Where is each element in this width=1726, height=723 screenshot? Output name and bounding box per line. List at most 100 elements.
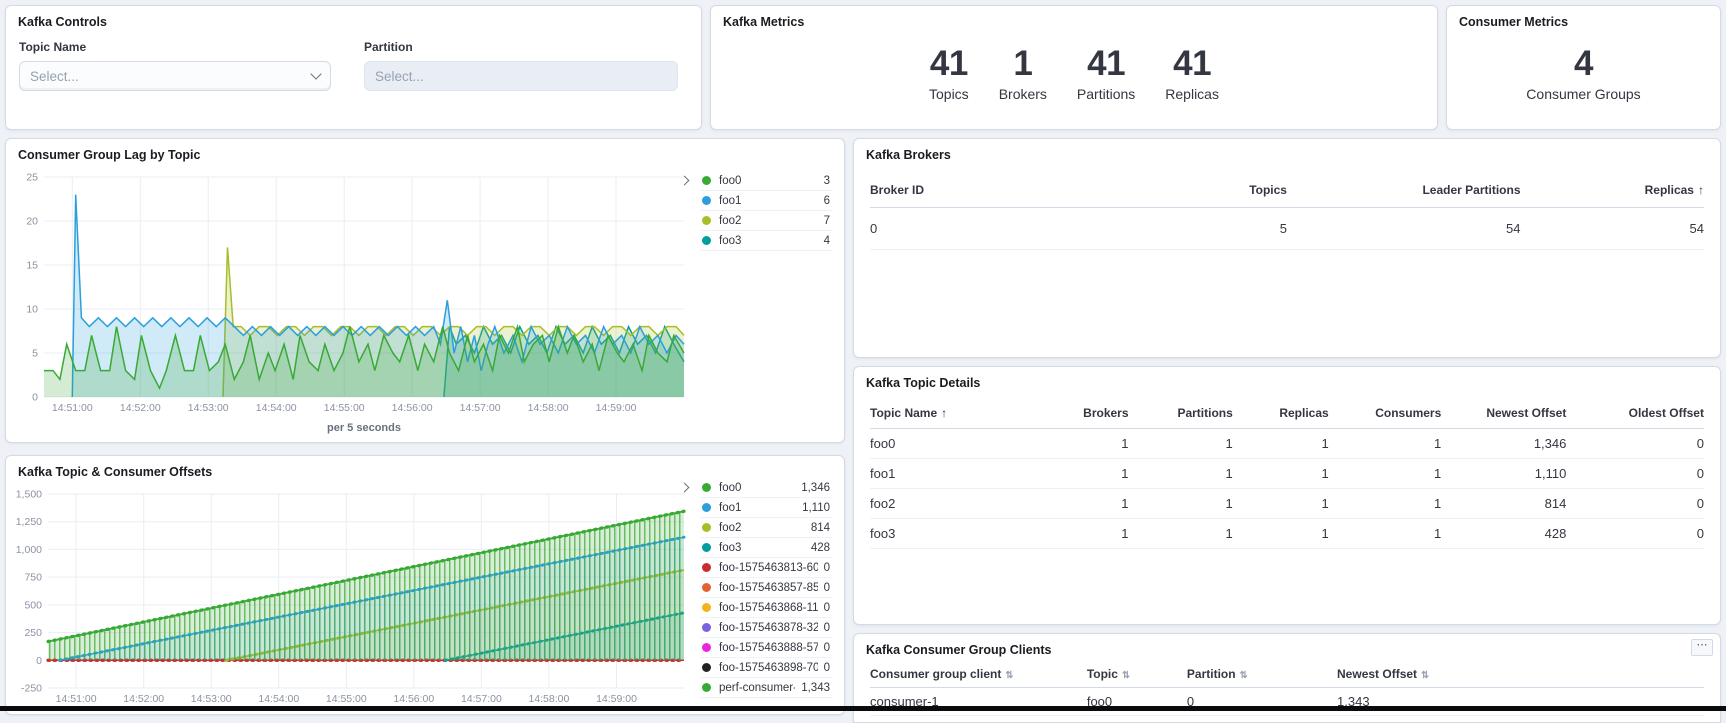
column-header-topics[interactable]: Topics (1154, 183, 1287, 197)
table-cell: 1 (1329, 436, 1442, 451)
sort-ascending-icon: ↑ (1698, 183, 1704, 197)
lag-chart-plot[interactable]: 051015202514:51:0014:52:0014:53:0014:54:… (14, 167, 690, 443)
svg-text:14:55:00: 14:55:00 (324, 402, 365, 414)
table-cell: 0 (1566, 436, 1704, 451)
series-color-dot-icon (702, 483, 711, 492)
svg-text:14:58:00: 14:58:00 (528, 402, 569, 414)
column-header-partition[interactable]: Partition⇅ (1187, 667, 1337, 681)
panel-title[interactable]: Kafka Topic & Consumer Offsets (18, 465, 212, 479)
table-cell: 1 (1329, 496, 1442, 511)
consumer-metrics-group: 4Consumer Groups (1447, 6, 1720, 129)
series-color-dot-icon (702, 196, 711, 205)
legend-label: foo-1575463857-85... (719, 582, 818, 594)
legend-label: foo0 (719, 175, 818, 187)
legend-value: 814 (811, 522, 830, 534)
panel-title[interactable]: Kafka Brokers (866, 148, 951, 162)
panel-title[interactable]: Kafka Controls (18, 15, 107, 29)
table-cell: 1 (1028, 496, 1128, 511)
partition-select[interactable]: Select... (364, 61, 678, 91)
legend-value: 6 (824, 195, 830, 207)
window-edge (0, 706, 1726, 711)
legend-item[interactable]: perf-consumer-...1,343 (700, 678, 832, 698)
column-header-consumer-group-client[interactable]: Consumer group client⇅ (870, 667, 1087, 681)
svg-text:500: 500 (24, 599, 42, 611)
column-header-partitions[interactable]: Partitions (1129, 406, 1233, 420)
legend-label: foo-1575463868-116... (719, 602, 818, 614)
panel-title[interactable]: Consumer Group Lag by Topic (18, 148, 200, 162)
svg-text:0: 0 (36, 655, 42, 667)
legend-item[interactable]: foo-1575463857-85...0 (700, 578, 832, 598)
panel-title[interactable]: Kafka Consumer Group Clients (866, 643, 1051, 657)
column-header-topic-name[interactable]: Topic Name↑ (870, 406, 1028, 420)
legend-collapse-icon[interactable] (678, 174, 692, 188)
svg-text:14:54:00: 14:54:00 (258, 693, 299, 705)
topic-details-table: Topic Name↑BrokersPartitionsReplicasCons… (870, 397, 1704, 549)
table-row: consumer-1foo001,343 (870, 688, 1704, 716)
column-header-consumers[interactable]: Consumers (1329, 406, 1442, 420)
legend-item[interactable]: foo0 1,346 (700, 478, 832, 498)
table-cell: 1 (1028, 436, 1128, 451)
offsets-chart-plot[interactable]: -25002505007501,0001,2501,50014:51:0014:… (14, 482, 690, 712)
legend-value: 4 (824, 235, 830, 247)
table-cell: foo1 (870, 466, 1028, 481)
svg-text:5: 5 (32, 348, 38, 360)
topic-name-placeholder: Select... (30, 69, 312, 84)
table-cell: 814 (1441, 496, 1566, 511)
column-header-label: Topics (1249, 183, 1287, 197)
legend-item[interactable]: foo2814 (700, 518, 832, 538)
legend-item[interactable]: foo11,110 (700, 498, 832, 518)
column-header-topic[interactable]: Topic⇅ (1087, 667, 1187, 681)
column-header-replicas[interactable]: Replicas (1233, 406, 1329, 420)
legend-item[interactable]: foo-1575463878-32...0 (700, 618, 832, 638)
table-cell: 1,346 (1441, 436, 1566, 451)
column-header-newest-offset[interactable]: Newest Offset⇅ (1337, 667, 1704, 681)
metric-value: 41 (929, 46, 969, 81)
legend-item[interactable]: foo16 (700, 191, 832, 211)
legend-item[interactable]: foo34 (700, 231, 832, 251)
legend-item[interactable]: foo3428 (700, 538, 832, 558)
svg-text:0: 0 (32, 392, 38, 404)
partition-placeholder: Select... (375, 69, 667, 84)
column-header-leader-partitions[interactable]: Leader Partitions (1287, 183, 1521, 197)
legend-item[interactable]: foo-1575463888-57...0 (700, 638, 832, 658)
legend-item[interactable]: foo27 (700, 211, 832, 231)
panel-options-icon[interactable]: ⋯ (1691, 639, 1713, 656)
table-cell: 1 (1233, 436, 1329, 451)
legend-value: 0 (824, 642, 830, 654)
table-cell: 1 (1028, 466, 1128, 481)
metric-label: Partitions (1077, 86, 1135, 102)
legend-label: foo2 (719, 215, 818, 227)
metric-value: 1 (999, 46, 1047, 81)
svg-text:14:55:00: 14:55:00 (326, 693, 367, 705)
svg-text:10: 10 (26, 304, 38, 316)
table-cell: 0 (1566, 496, 1704, 511)
column-header-replicas[interactable]: Replicas↑ (1521, 183, 1704, 197)
topic-name-select[interactable]: Select... (19, 61, 331, 91)
column-header-oldest-offset[interactable]: Oldest Offset (1566, 406, 1704, 420)
table-cell: 1,110 (1441, 466, 1566, 481)
column-header-newest-offset[interactable]: Newest Offset (1441, 406, 1566, 420)
partition-label: Partition (364, 40, 678, 54)
sortable-icon: ⇅ (1421, 670, 1429, 681)
legend-item[interactable]: foo-1575463813-60...0 (700, 558, 832, 578)
legend-item[interactable]: foo-1575463868-116...0 (700, 598, 832, 618)
legend-item[interactable]: foo03 (700, 171, 832, 191)
legend-label: foo0 (719, 482, 795, 494)
svg-text:25: 25 (26, 172, 38, 184)
sort-ascending-icon: ↑ (941, 406, 947, 420)
column-header-broker-id[interactable]: Broker ID (870, 183, 1154, 197)
svg-text:1,000: 1,000 (16, 544, 42, 556)
series-color-dot-icon (702, 623, 711, 632)
legend-value: 428 (811, 542, 830, 554)
panel-title[interactable]: Kafka Topic Details (866, 376, 980, 390)
legend-collapse-icon[interactable] (678, 481, 692, 495)
consumer-group-lag-panel: Consumer Group Lag by Topic 051015202514… (5, 138, 845, 443)
table-row: 055454 (870, 208, 1704, 250)
kafka-dashboard: { "window": {"bg": "#eef1f6", "edge_bar_… (0, 0, 1726, 711)
legend-item[interactable]: foo-1575463898-70...0 (700, 658, 832, 678)
legend-label: perf-consumer-... (719, 682, 795, 694)
legend-value: 1,346 (801, 482, 830, 494)
offsets-chart-svg: -25002505007501,0001,2501,50014:51:0014:… (14, 482, 690, 712)
column-header-brokers[interactable]: Brokers (1028, 406, 1128, 420)
svg-text:20: 20 (26, 216, 38, 228)
